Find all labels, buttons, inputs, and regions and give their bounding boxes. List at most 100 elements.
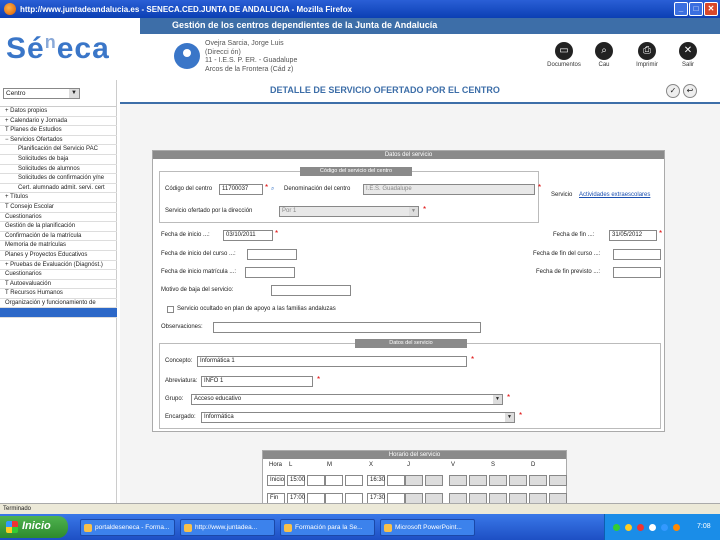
task-item[interactable]: http://www.juntadea...	[180, 519, 275, 536]
schedule-col-header: D	[531, 462, 536, 468]
fecha-inicio-matricula-field[interactable]	[245, 267, 295, 278]
sidebar-item[interactable]: Solicitudes de baja	[0, 155, 117, 165]
sidebar-item[interactable]: Confirmación de la matrícula	[0, 232, 117, 242]
schedule-col-header: L	[289, 462, 293, 468]
tray-icon[interactable]	[673, 524, 680, 531]
sidebar-item[interactable]: Organización y funcionamiento de	[0, 299, 117, 309]
chevron-down-icon: ▼	[69, 89, 79, 98]
schedule-col-header: X	[369, 462, 374, 468]
context-select[interactable]: Centro ▼	[3, 88, 80, 99]
label-observaciones: Observaciones:	[161, 324, 203, 330]
print-icon: ⎙	[638, 42, 656, 60]
sidebar-item[interactable]: Cuestionarios	[0, 213, 117, 223]
back-button[interactable]: ↩	[683, 84, 697, 98]
cau-button[interactable]: ⌕ Cau	[582, 42, 626, 68]
fecha-inicio-curso-field[interactable]	[247, 249, 297, 260]
sidebar-item[interactable]: T Autoevaluación	[0, 280, 117, 290]
print-button[interactable]: ⎙ Imprimir	[625, 42, 669, 68]
checkbox-oculto[interactable]	[167, 306, 174, 313]
minimize-button[interactable]: _	[674, 2, 688, 16]
documents-icon: ▭	[555, 42, 573, 60]
servicio-link[interactable]: Actividades extraescolares	[579, 192, 650, 198]
schedule-time-field[interactable]	[345, 475, 363, 486]
fecha-fin-field[interactable]: 31/05/2012	[609, 230, 657, 241]
schedule-col-header: V	[451, 462, 456, 468]
tray-icon[interactable]	[637, 524, 644, 531]
sidebar-item[interactable]: Planes y Proyectos Educativos	[0, 251, 117, 261]
maximize-button[interactable]: □	[689, 2, 703, 16]
schedule-time-field[interactable]: 15:00	[287, 475, 305, 486]
cau-icon: ⌕	[595, 42, 613, 60]
header-band: Gestión de los centros dependientes de l…	[140, 18, 720, 34]
tray-icon[interactable]	[661, 524, 668, 531]
user-icon	[174, 43, 200, 69]
sidebar-item[interactable]: T Recursos Humanos	[0, 289, 117, 299]
label-fecha-fin: Fecha de fin ...:	[553, 232, 595, 238]
browser-titlebar: http://www.juntadeandalucia.es - SENECA.…	[0, 0, 720, 18]
task-item[interactable]: Formación para la Se...	[280, 519, 375, 536]
schedule-header: Hora L M X J V S D	[263, 460, 568, 474]
sidebar-item[interactable]: Planificación del Servicio PAC	[0, 145, 117, 155]
sidebar-item[interactable]: Cert. alumnado admit. servi. cert	[0, 184, 117, 194]
start-button[interactable]: Inicio	[0, 516, 68, 538]
main-content: Datos del servicio Código del servicio d…	[120, 104, 720, 514]
chevron-down-icon: ▼	[493, 395, 502, 404]
concepto-field[interactable]: Informática 1	[197, 356, 467, 367]
abreviatura-field[interactable]: INFO 1	[201, 376, 313, 387]
close-window-button[interactable]: ✕	[704, 2, 718, 16]
user-center: 11 - I.E.S. P. ER. - Guadalupe	[205, 57, 298, 64]
task-item[interactable]: Microsoft PowerPoint...	[380, 519, 475, 536]
tray-icon[interactable]	[613, 524, 620, 531]
label-fecha-fin-previsto: Fecha de fin previsto ...:	[536, 269, 601, 275]
app-header: Séneca Gestión de los centros dependient…	[0, 18, 720, 80]
schedule-time-field[interactable]: 16:30	[367, 475, 385, 486]
section-data-title: Datos del servicio	[355, 339, 467, 348]
sidebar-item[interactable]: Cuestionarios	[0, 270, 117, 280]
sidebar-item[interactable]: − Servicios Ofertados	[0, 136, 117, 146]
schedule-time-field	[405, 475, 423, 486]
exit-icon: ✕	[679, 42, 697, 60]
schedule-time-field[interactable]	[307, 475, 325, 486]
schedule-time-field	[489, 475, 507, 486]
panel-title: Datos del servicio	[153, 151, 664, 159]
exit-button[interactable]: ✕ Salir	[666, 42, 710, 68]
sidebar-item[interactable]: Solicitudes de confirmación y/ne	[0, 174, 117, 184]
accept-button[interactable]: ✓	[666, 84, 680, 98]
tray-icon[interactable]	[649, 524, 656, 531]
schedule-col-header: S	[491, 462, 496, 468]
firefox-icon	[4, 3, 16, 15]
fecha-fin-curso-field[interactable]	[613, 249, 661, 260]
servicio-tipo-select: Por 1 ▼	[279, 206, 419, 217]
codigo-centro-field[interactable]: 11700037	[219, 184, 263, 195]
task-item[interactable]: portaldeseneca - Forma...	[80, 519, 175, 536]
sidebar-item[interactable]: + Títulos	[0, 193, 117, 203]
sidebar-item[interactable]: + Datos propios	[0, 107, 117, 117]
sidebar-item[interactable]: T Consejo Escolar	[0, 203, 117, 213]
label-encargado: Encargado:	[165, 414, 196, 420]
label-concepto: Concepto:	[165, 358, 193, 364]
sidebar-item[interactable]: T Planes de Estudios	[0, 126, 117, 136]
section-centre-title: Código del servicio del centro	[300, 167, 412, 176]
schedule-row-start: Inicio 15:00 16:30	[263, 475, 568, 489]
documents-button[interactable]: ▭ Documentos	[542, 42, 586, 68]
tray-icon[interactable]	[625, 524, 632, 531]
search-icon[interactable]: ⌕	[271, 186, 274, 193]
sidebar-item[interactable]: Memoria de matrículas	[0, 241, 117, 251]
sidebar-item[interactable]	[0, 308, 117, 319]
motivo-baja-field[interactable]	[271, 285, 351, 296]
label-grupo: Grupo:	[165, 396, 184, 402]
encargado-select[interactable]: Informática ▼	[201, 412, 515, 423]
schedule-time-field[interactable]	[387, 475, 405, 486]
chevron-down-icon: ▼	[409, 207, 418, 216]
sidebar-item[interactable]: Gestión de la planificación	[0, 222, 117, 232]
schedule-time-field[interactable]	[325, 475, 343, 486]
grupo-select[interactable]: Acceso educativo ▼	[191, 394, 503, 405]
sidebar-item[interactable]: Solicitudes de alumnos	[0, 165, 117, 175]
taskbar: Inicio portaldeseneca - Forma... http://…	[0, 514, 720, 540]
fecha-fin-previsto-field[interactable]	[613, 267, 661, 278]
label-checkbox: Servicio ocultado en plan de apoyo a las…	[177, 306, 336, 312]
sidebar-item[interactable]: + Calendario y Jornada	[0, 117, 117, 127]
observaciones-field[interactable]	[213, 322, 481, 333]
sidebar-item[interactable]: + Pruebas de Evaluación (Diagnóst.)	[0, 261, 117, 271]
fecha-inicio-field[interactable]: 03/10/2011	[223, 230, 273, 241]
